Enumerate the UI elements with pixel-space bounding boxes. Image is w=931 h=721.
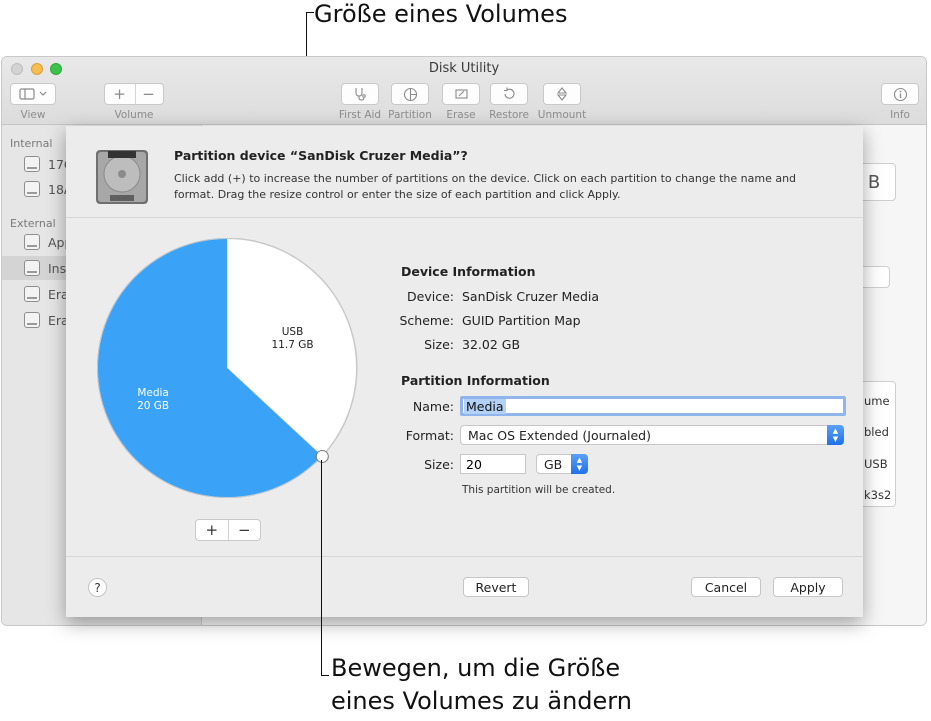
- external-disk-icon: [24, 260, 40, 276]
- volume-segmented-control[interactable]: + −: [104, 83, 164, 105]
- view-button[interactable]: [10, 83, 56, 105]
- format-value: Mac OS Extended (Journaled): [468, 427, 651, 443]
- bg-row-2: bled: [864, 425, 889, 439]
- eraser-icon: [454, 89, 468, 99]
- callout-leader-top-tick: [306, 12, 314, 13]
- remove-partition-button[interactable]: −: [227, 520, 261, 540]
- add-volume-button[interactable]: +: [105, 85, 134, 103]
- device-info-heading: Device Information: [401, 264, 536, 279]
- partition-info-heading: Partition Information: [401, 373, 550, 388]
- partition-label: Partition: [388, 109, 432, 121]
- restore-icon: [504, 87, 515, 99]
- format-label: Format:: [405, 428, 454, 443]
- partition-icon: [403, 87, 417, 101]
- info-button[interactable]: [881, 83, 919, 105]
- bg-row-4: k3s2: [864, 488, 892, 502]
- external-disk-icon: [24, 312, 40, 328]
- callout-leader-bottom: [321, 460, 322, 676]
- external-disk-icon: [24, 286, 40, 302]
- cancel-button[interactable]: Cancel: [691, 577, 761, 597]
- callout-leader-bottom-tick: [321, 675, 329, 676]
- partition-sheet: Partition device “SanDisk Cruzer Media”?…: [66, 126, 863, 617]
- toolbar: Disk Utility View + − Volume First Aid P…: [2, 57, 926, 125]
- scheme-label: Scheme:: [399, 313, 455, 328]
- partition-add-remove: + −: [195, 519, 261, 541]
- sidebar-header-external: External: [10, 217, 56, 230]
- erase-label: Erase: [446, 109, 476, 121]
- callout-bottom-line-1: Bewegen, um die Größe: [331, 654, 621, 682]
- size-unit-popup[interactable]: GB ▲ ▼: [536, 454, 588, 474]
- revert-button[interactable]: Revert: [463, 577, 529, 597]
- size-unit-value: GB: [544, 456, 563, 472]
- partition-button[interactable]: [391, 83, 429, 105]
- pie-svg: [97, 237, 358, 498]
- sheet-header: Partition device “SanDisk Cruzer Media”?…: [66, 126, 863, 218]
- sidebar-icon: [19, 88, 47, 100]
- internal-disk-icon: [24, 156, 40, 172]
- info-label: Info: [890, 109, 910, 121]
- resize-handle[interactable]: [315, 449, 329, 463]
- sidebar-header-internal: Internal: [10, 137, 53, 150]
- partition-name-field[interactable]: Media: [460, 396, 846, 416]
- popup-arrows-icon: ▲ ▼: [827, 425, 844, 445]
- callout-resize-handle: Bewegen, um die Größe eines Volumes zu ä…: [331, 652, 632, 718]
- remove-volume-button[interactable]: −: [134, 85, 163, 103]
- format-popup[interactable]: Mac OS Extended (Journaled) ▲ ▼: [460, 425, 844, 445]
- first-aid-label: First Aid: [338, 109, 382, 121]
- footer-divider: [66, 556, 863, 557]
- hard-drive-icon: [96, 150, 148, 204]
- help-button[interactable]: ?: [88, 578, 107, 597]
- partition-size-label: Size:: [424, 457, 454, 472]
- view-label: View: [20, 109, 46, 121]
- unmount-icon: [556, 87, 568, 101]
- device-value: SanDisk Cruzer Media: [462, 289, 600, 304]
- callout-volume-size: Größe eines Volumes: [314, 0, 568, 28]
- device-label: Device:: [407, 289, 454, 304]
- window-title: Disk Utility: [428, 61, 500, 76]
- unmount-label: Unmount: [537, 109, 587, 121]
- unmount-button[interactable]: [543, 83, 581, 105]
- device-size-value: 32.02 GB: [462, 337, 521, 352]
- stethoscope-icon: [355, 88, 366, 101]
- partition-size-field[interactable]: 20: [460, 454, 526, 474]
- partition-pie-chart: USB 11.7 GB Media 20 GB: [96, 237, 358, 504]
- first-aid-button[interactable]: [341, 83, 379, 105]
- external-disk-icon: [24, 234, 40, 250]
- restore-button[interactable]: [490, 83, 528, 105]
- bg-row-1: ume: [864, 394, 890, 408]
- sheet-description: Click add (+) to increase the number of …: [174, 172, 797, 201]
- info-icon: [893, 87, 907, 101]
- bg-row-3: USB: [864, 457, 888, 471]
- erase-button[interactable]: [442, 83, 480, 105]
- device-size-label: Size:: [424, 337, 454, 352]
- sheet-title: Partition device “SanDisk Cruzer Media”?: [174, 148, 468, 163]
- partition-name-value: Media: [464, 398, 506, 414]
- add-partition-button[interactable]: +: [196, 520, 228, 540]
- apply-button[interactable]: Apply: [773, 577, 843, 597]
- restore-label: Restore: [489, 109, 529, 121]
- internal-disk-icon: [24, 181, 40, 197]
- scheme-value: GUID Partition Map: [462, 313, 581, 328]
- popup-arrows-icon: ▲ ▼: [571, 454, 588, 474]
- callout-bottom-line-2: eines Volumes zu ändern: [331, 687, 632, 715]
- pie-label-media: Media 20 GB: [137, 387, 170, 413]
- pie-label-usb: USB 11.7 GB: [271, 326, 314, 352]
- partition-note: This partition will be created.: [462, 484, 616, 496]
- volume-label: Volume: [114, 109, 154, 121]
- name-label: Name:: [412, 399, 454, 414]
